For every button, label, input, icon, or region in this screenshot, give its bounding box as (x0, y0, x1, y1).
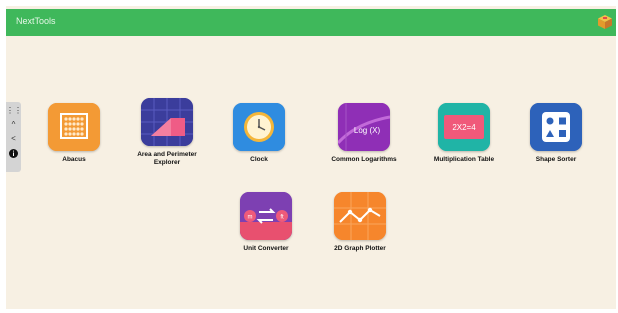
tool-label: Unit Converter (243, 245, 289, 252)
area-perimeter-icon (141, 98, 193, 146)
tool-multiplication-table[interactable]: 2X2=4 Multiplication Table (424, 103, 504, 164)
tool-label: Multiplication Table (433, 156, 495, 163)
graph-plotter-icon (334, 192, 386, 240)
tool-label: Clock (250, 156, 268, 163)
app-title: NextTools (16, 16, 56, 26)
tool-shape-sorter[interactable]: Shape Sorter (516, 103, 596, 164)
toolbox-icon[interactable] (597, 14, 613, 30)
tool-clock[interactable]: Clock (219, 103, 299, 164)
tool-label: Common Logarithms (331, 156, 397, 163)
chevron-up-icon[interactable]: ^ (6, 120, 21, 130)
arrow-left-icon[interactable]: < (6, 134, 21, 144)
tool-2d-graph-plotter[interactable]: 2D Graph Plotter (320, 192, 400, 253)
tool-area-perimeter-explorer[interactable]: Area and Perimeter Explorer (127, 98, 207, 167)
app-window: NextTools ⋮⋮ ^ < Abacus Area and Perimet… (6, 6, 616, 309)
icon-text-right: ft (280, 215, 284, 221)
logarithm-icon: Log (X) (338, 103, 390, 151)
grip-icon[interactable]: ⋮⋮ (6, 106, 22, 116)
tool-label: Shape Sorter (535, 156, 577, 163)
header-bar: NextTools (6, 9, 616, 36)
tool-abacus[interactable]: Abacus (34, 103, 114, 164)
icon-text-left: m (248, 215, 253, 221)
abacus-icon (48, 103, 100, 151)
tool-label: Abacus (62, 156, 86, 163)
tool-common-logarithms[interactable]: Log (X) Common Logarithms (324, 103, 404, 164)
tool-label: 2D Graph Plotter (334, 245, 386, 252)
clock-icon (233, 103, 285, 151)
info-icon[interactable] (6, 149, 21, 161)
multiplication-icon: 2X2=4 (438, 103, 490, 151)
tool-label: Area and Perimeter Explorer (137, 151, 197, 166)
tool-unit-converter[interactable]: m ft Unit Converter (226, 192, 306, 253)
icon-text: Log (X) (354, 126, 381, 135)
side-panel-tab[interactable]: ⋮⋮ ^ < (6, 102, 22, 172)
unit-converter-icon: m ft (240, 192, 292, 240)
icon-text: 2X2=4 (452, 123, 476, 132)
shape-sorter-icon (530, 103, 582, 151)
